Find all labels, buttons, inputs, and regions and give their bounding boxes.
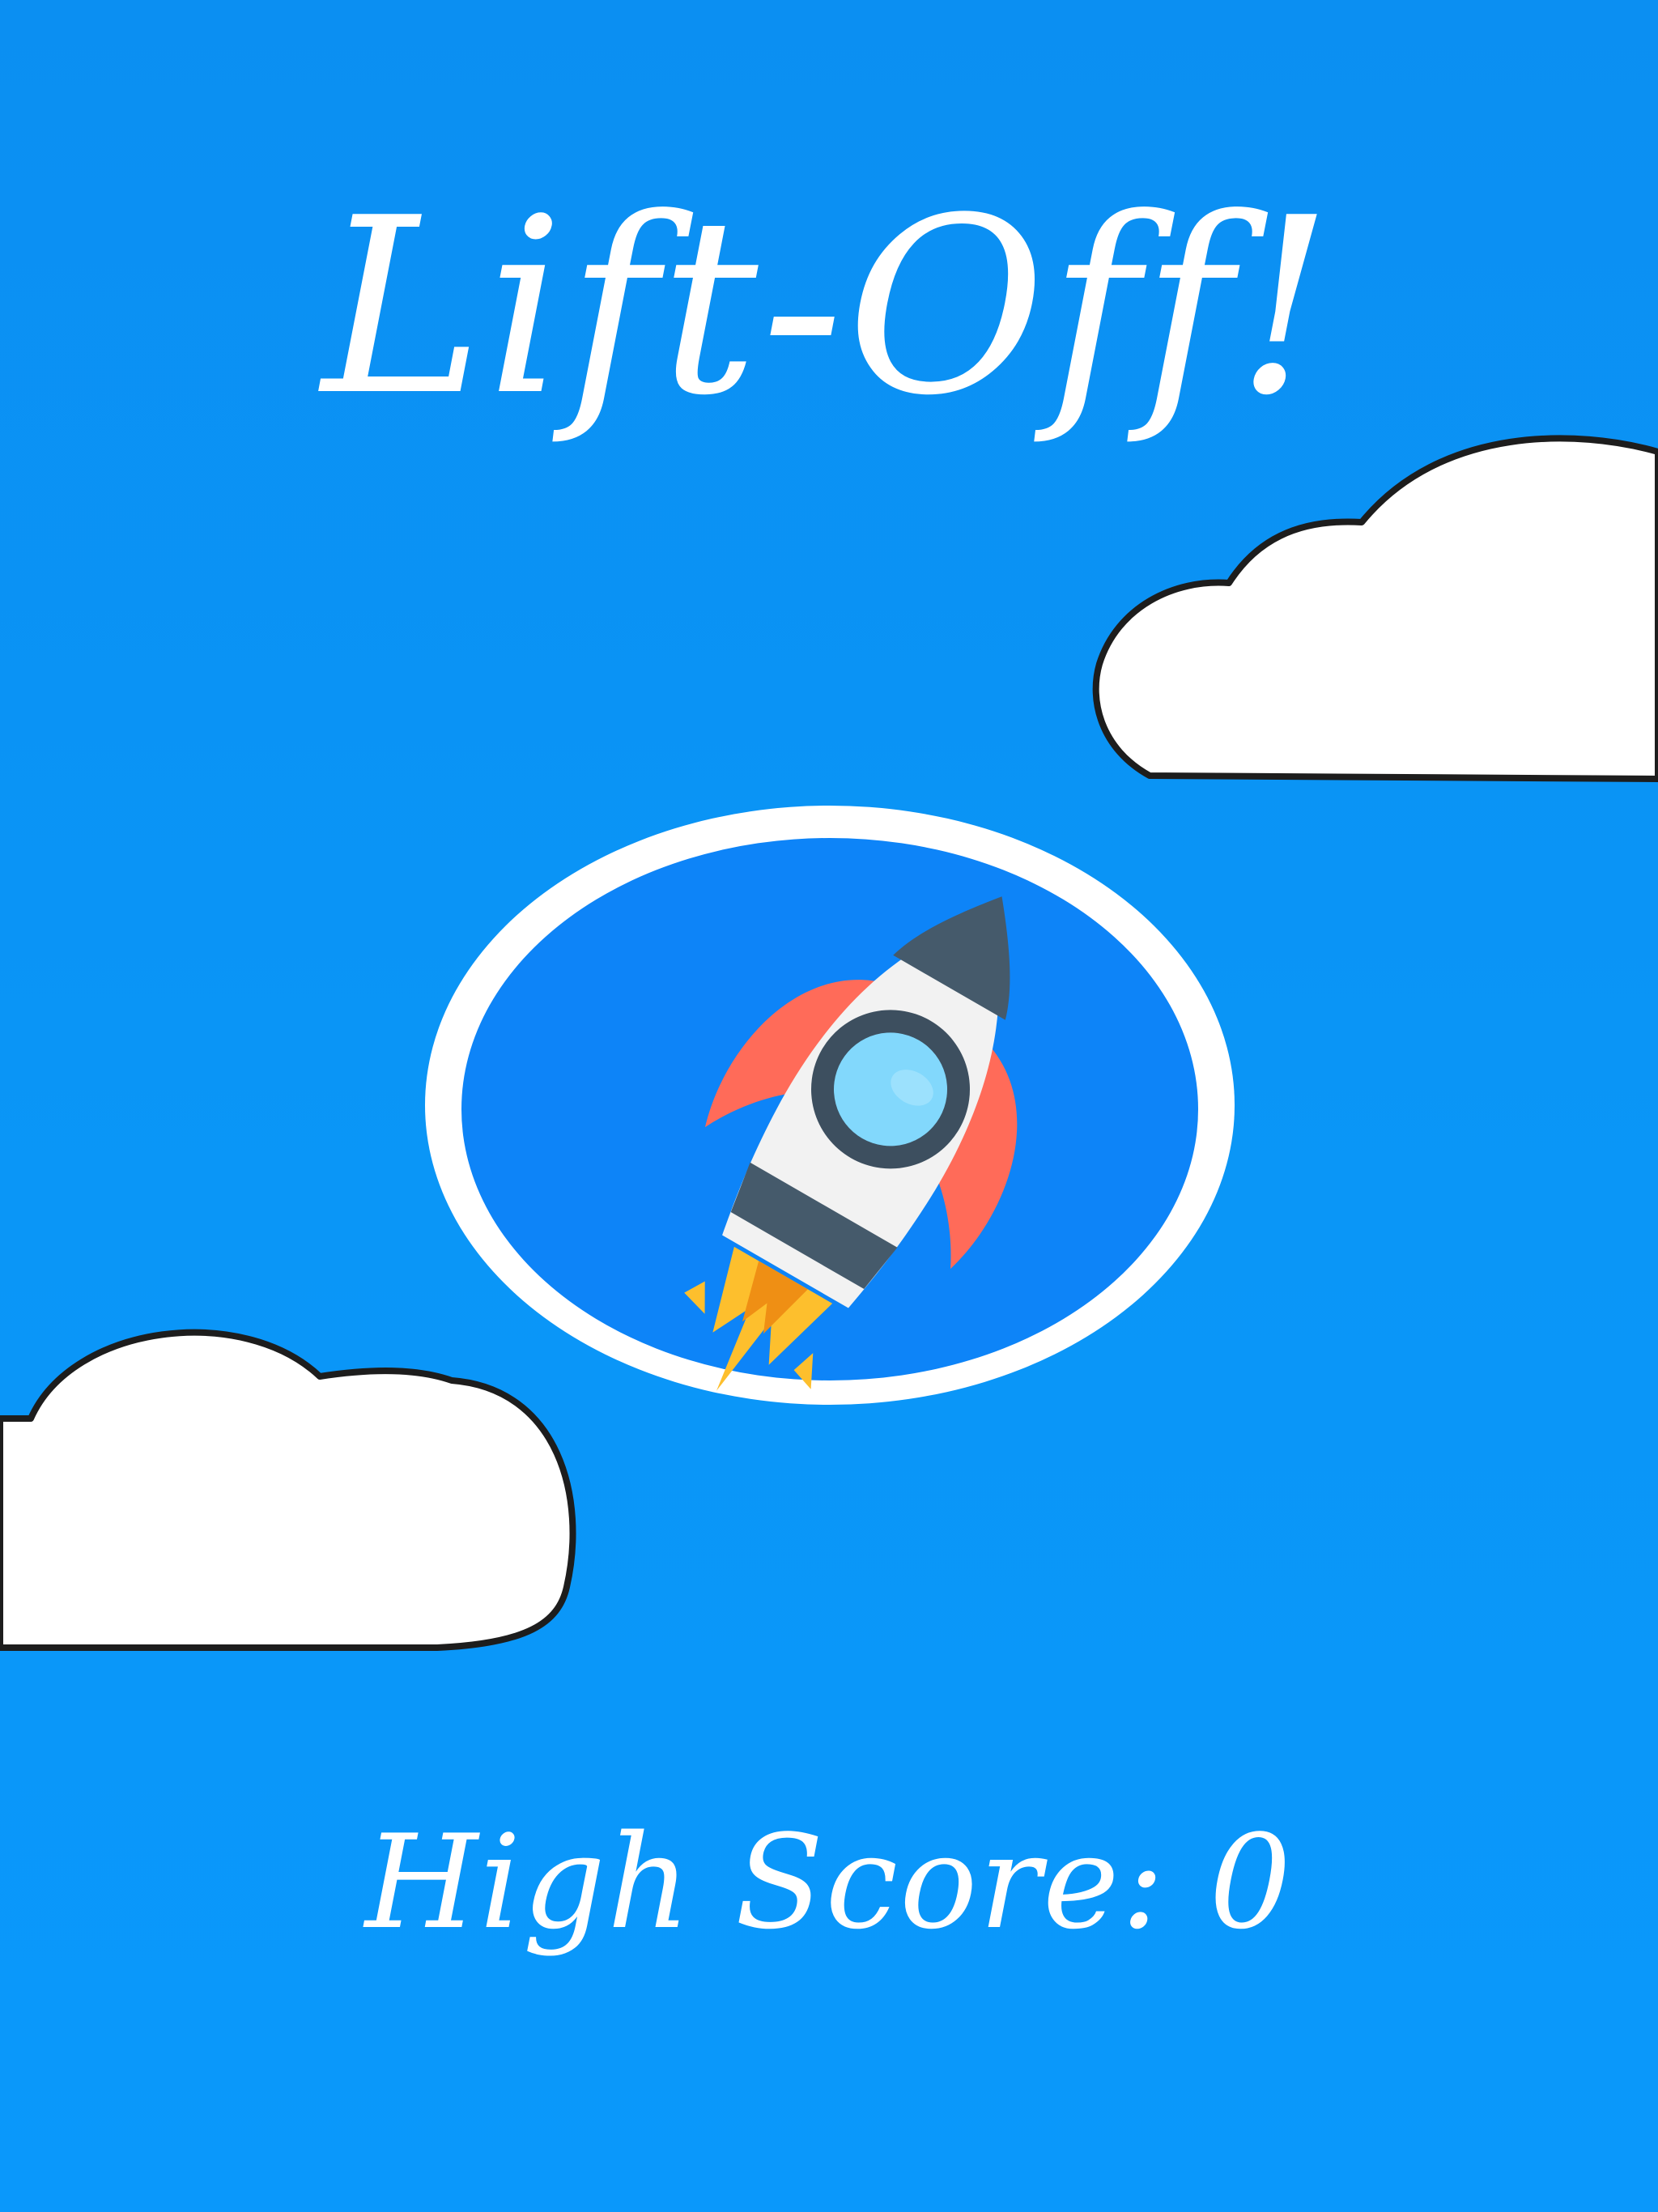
high-score-label: High Score: <box>364 1806 1167 1958</box>
rocket-badge <box>425 806 1235 1405</box>
high-score: High Score: 0 <box>0 1802 1658 1963</box>
play-button[interactable] <box>421 802 1239 1409</box>
high-score-value: 0 <box>1209 1806 1294 1958</box>
cloud-top-right <box>1092 435 1658 782</box>
start-screen: Lift-Off! High Score: 0 <box>0 0 1658 2212</box>
game-title: Lift-Off! <box>321 166 1337 449</box>
score-separator <box>1167 1806 1209 1958</box>
